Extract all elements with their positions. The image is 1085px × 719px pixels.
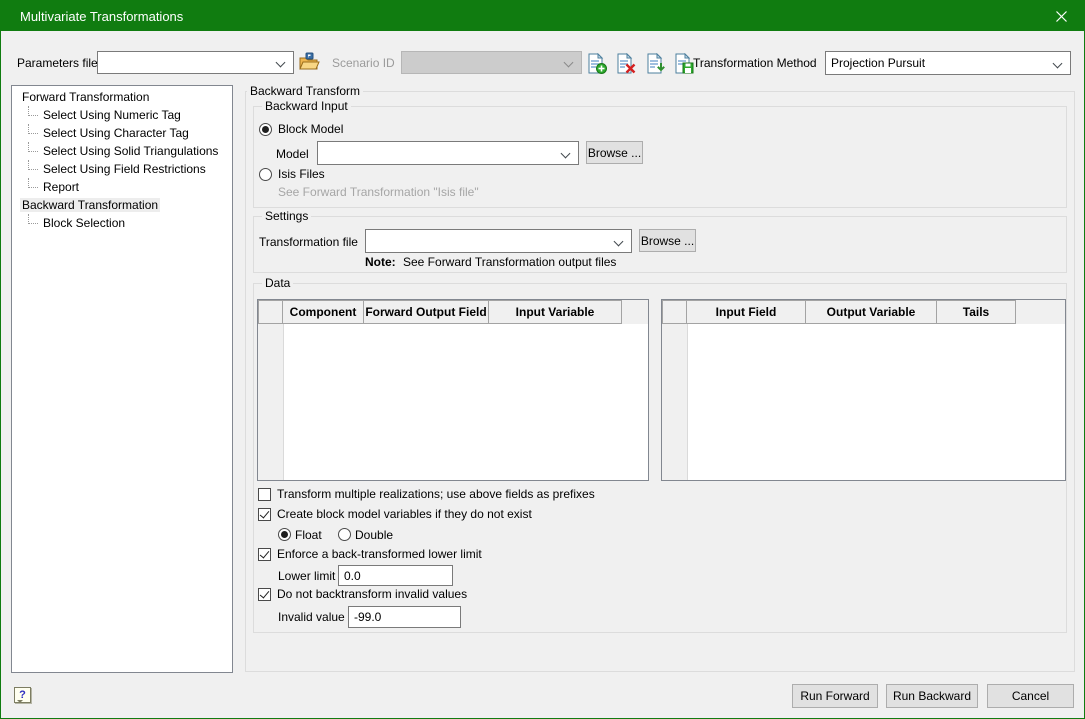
tree-item-block-selection[interactable]: Block Selection xyxy=(12,215,232,233)
column-header-tails[interactable]: Tails xyxy=(936,300,1016,324)
isis-files-radio-label[interactable]: Isis Files xyxy=(278,167,325,182)
column-header-output-variable[interactable]: Output Variable xyxy=(805,300,937,324)
tree-item-forward-transformation[interactable]: Forward Transformation xyxy=(12,89,232,107)
parameters-file-label: Parameters file xyxy=(17,56,98,71)
tree-item-backward-transformation[interactable]: Backward Transformation xyxy=(12,197,232,215)
create-variables-checkbox[interactable] xyxy=(258,508,271,521)
column-header-forward-output-field[interactable]: Forward Output Field xyxy=(363,300,489,324)
backward-input-group-label: Backward Input xyxy=(262,99,351,114)
transformation-method-combobox[interactable]: Projection Pursuit xyxy=(825,51,1071,75)
transformation-method-label: Transformation Method xyxy=(693,56,817,71)
data-group-label: Data xyxy=(262,276,293,291)
float-radio-label[interactable]: Float xyxy=(295,528,322,543)
chevron-down-icon xyxy=(561,149,571,159)
tree-item-report[interactable]: Report xyxy=(12,179,232,197)
scenario-id-combobox xyxy=(401,51,582,74)
import-parameters-icon xyxy=(646,53,667,74)
close-button[interactable] xyxy=(1038,1,1084,31)
column-header-input-field[interactable]: Input Field xyxy=(686,300,806,324)
delete-parameters-icon xyxy=(616,53,637,74)
invalid-value-input[interactable] xyxy=(348,606,461,628)
row-selector-header xyxy=(662,300,687,324)
run-forward-button[interactable]: Run Forward xyxy=(792,684,878,708)
tree-item-select-using-solid-triangulations[interactable]: Select Using Solid Triangulations xyxy=(12,143,232,161)
chevron-down-icon xyxy=(564,58,574,68)
row-gutter xyxy=(258,324,284,480)
run-backward-button[interactable]: Run Backward xyxy=(886,684,978,708)
no-backtransform-invalid-checkbox[interactable] xyxy=(258,588,271,601)
close-icon xyxy=(1056,11,1067,22)
forward-output-table[interactable]: Component Forward Output Field Input Var… xyxy=(257,299,649,481)
invalid-value-label: Invalid value xyxy=(278,610,345,625)
tree-connector xyxy=(28,214,38,224)
column-header-input-variable[interactable]: Input Variable xyxy=(488,300,622,324)
lower-limit-label: Lower limit xyxy=(278,569,335,584)
new-parameters-icon xyxy=(587,53,608,74)
import-parameters-button[interactable] xyxy=(645,52,667,74)
parameters-file-combobox[interactable] xyxy=(97,51,294,74)
model-combobox[interactable] xyxy=(317,141,579,165)
transformation-file-combobox[interactable] xyxy=(365,229,632,253)
transformation-file-label: Transformation file xyxy=(259,235,358,250)
tree-connector xyxy=(28,106,38,116)
header-filler xyxy=(1016,300,1065,324)
tree-item-select-using-character-tag[interactable]: Select Using Character Tag xyxy=(12,125,232,143)
no-backtransform-invalid-label[interactable]: Do not backtransform invalid values xyxy=(277,587,467,602)
titlebar: Multivariate Transformations xyxy=(1,1,1084,31)
lower-limit-input[interactable] xyxy=(338,565,453,586)
backward-output-table[interactable]: Input Field Output Variable Tails xyxy=(661,299,1066,481)
double-radio-label[interactable]: Double xyxy=(355,528,393,543)
transform-multiple-checkbox[interactable] xyxy=(258,488,271,501)
chevron-down-icon xyxy=(614,237,624,247)
chevron-down-icon xyxy=(1053,59,1063,69)
tree-connector xyxy=(28,142,38,152)
column-header-component[interactable]: Component xyxy=(282,300,364,324)
help-icon: ? xyxy=(19,689,26,701)
transformation-file-browse-button[interactable]: Browse ... xyxy=(639,229,696,252)
transform-multiple-label[interactable]: Transform multiple realizations; use abo… xyxy=(277,487,595,502)
delete-parameters-button[interactable] xyxy=(615,52,637,74)
enforce-lower-limit-checkbox[interactable] xyxy=(258,548,271,561)
tree-connector xyxy=(28,124,38,134)
isis-files-radio[interactable] xyxy=(259,168,272,181)
backward-transform-group-label: Backward Transform xyxy=(247,84,363,99)
tree-connector xyxy=(28,160,38,170)
double-radio[interactable] xyxy=(338,528,351,541)
save-parameters-icon xyxy=(674,53,695,74)
cancel-button[interactable]: Cancel xyxy=(987,684,1074,708)
tree-item-select-using-field-restrictions[interactable]: Select Using Field Restrictions xyxy=(12,161,232,179)
float-radio[interactable] xyxy=(278,528,291,541)
enforce-lower-limit-label[interactable]: Enforce a back-transformed lower limit xyxy=(277,547,482,562)
block-model-radio[interactable] xyxy=(259,123,272,136)
row-selector-header xyxy=(258,300,283,324)
dialog-window: Multivariate Transformations Parameters … xyxy=(0,0,1085,719)
model-browse-button[interactable]: Browse ... xyxy=(586,141,643,164)
note-label: Note: xyxy=(365,255,396,270)
new-parameters-button[interactable] xyxy=(586,52,608,74)
tree-connector xyxy=(28,178,38,188)
header-filler xyxy=(622,300,648,324)
model-label: Model xyxy=(276,147,309,162)
scenario-id-label: Scenario ID xyxy=(332,56,395,71)
save-parameters-button[interactable] xyxy=(673,52,695,74)
settings-group-label: Settings xyxy=(262,209,311,224)
help-button[interactable]: ? xyxy=(14,687,31,703)
block-model-radio-label[interactable]: Block Model xyxy=(278,122,343,137)
navigation-tree: Forward Transformation Select Using Nume… xyxy=(11,85,233,673)
row-gutter xyxy=(662,324,688,480)
create-variables-label[interactable]: Create block model variables if they do … xyxy=(277,507,532,522)
tree-item-select-using-numeric-tag[interactable]: Select Using Numeric Tag xyxy=(12,107,232,125)
note-text: See Forward Transformation output files xyxy=(403,255,616,270)
open-parameters-button[interactable] xyxy=(298,51,320,73)
table-header-row: Component Forward Output Field Input Var… xyxy=(258,300,648,324)
table-header-row: Input Field Output Variable Tails xyxy=(662,300,1065,324)
chevron-down-icon xyxy=(276,58,286,68)
transformation-method-value: Projection Pursuit xyxy=(831,56,925,70)
isis-files-note: See Forward Transformation "Isis file" xyxy=(278,185,479,200)
open-folder-icon xyxy=(298,52,320,72)
window-title: Multivariate Transformations xyxy=(20,9,183,24)
